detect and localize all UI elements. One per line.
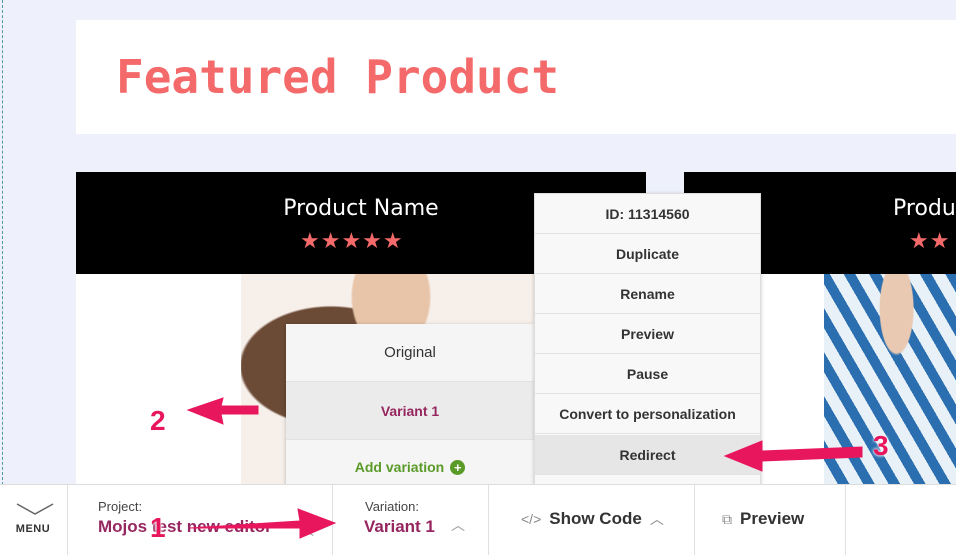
annotation-arrow-1 xyxy=(189,508,337,539)
annotation-label-3: 3 xyxy=(873,430,889,461)
annotation-label-2: 2 xyxy=(150,405,166,436)
annotation-arrow-2 xyxy=(186,397,259,425)
annotation-overlay xyxy=(186,397,863,539)
annotation-label-1: 1 xyxy=(150,512,166,543)
annotation-arrow-3 xyxy=(723,440,863,472)
